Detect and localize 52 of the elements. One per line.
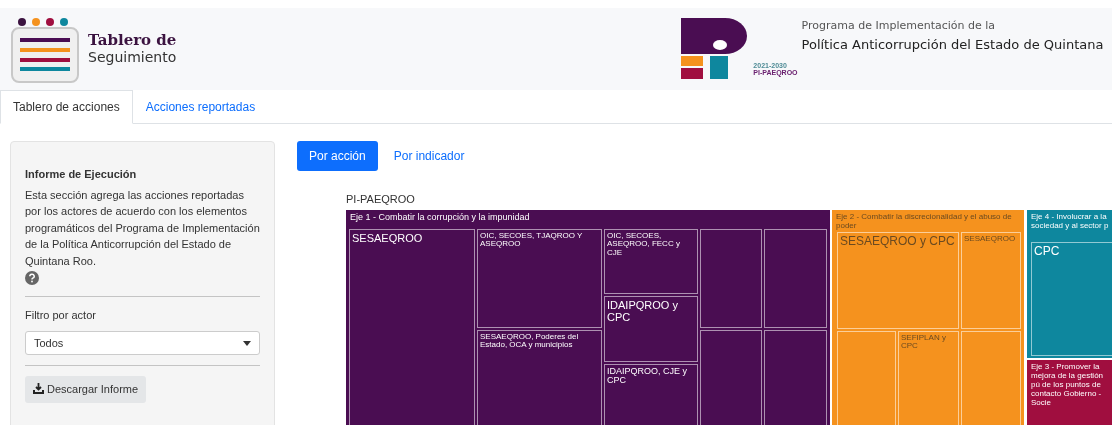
tile-label: CPC: [1034, 244, 1061, 258]
view-tab[interactable]: Por indicador: [381, 141, 477, 171]
treemap-tile[interactable]: CPC: [1031, 241, 1112, 356]
treemap-tile[interactable]: IDAIPQROO, CJE y CPC: [604, 363, 698, 425]
treemap-tile[interactable]: [764, 329, 827, 425]
treemap-tile[interactable]: IDAIPQROO y CPC: [604, 295, 698, 362]
tile-label: IDAIPQROO, CJE y CPC: [607, 366, 688, 387]
tab[interactable]: Tablero de acciones: [0, 90, 133, 124]
download-icon: [33, 383, 44, 394]
treemap-tile[interactable]: [764, 228, 827, 328]
treemap-group[interactable]: Eje 4 - Involucrar a la sociedad y al sector p CPC: [1027, 209, 1112, 358]
treemap-tile[interactable]: SESAEQROO: [349, 228, 475, 425]
treemap-tile[interactable]: SEFIPLAN y CPC: [898, 330, 959, 425]
group-label: Eje 2 - Combatir la discrecionalidad y el abuso de poder: [836, 211, 1013, 230]
help-icon[interactable]: [25, 271, 39, 286]
program-logo-icon: [681, 18, 750, 80]
caret-icon: [243, 340, 251, 346]
treemap-tile[interactable]: SESAEQROO, Poderes del Estado, OCA y municipios: [477, 329, 602, 425]
tab[interactable]: Acciones reportadas: [132, 90, 269, 124]
tile-label: SESAEQROO: [352, 231, 424, 244]
view-tab[interactable]: Por acción: [297, 141, 378, 171]
filter-label: Filtro por actor: [25, 307, 97, 323]
treemap-tile[interactable]: [961, 330, 1021, 425]
app-subtitle: Seguimiento: [88, 48, 177, 66]
treemap-tile[interactable]: OIC, SECOES, ASEQROO, FECC y CJE: [604, 228, 698, 294]
tile-label: IDAIPQROO y CPC: [607, 298, 679, 323]
group-label: Eje 1 - Combatir la corrupción y la impunidad: [350, 211, 530, 222]
treemap-tile[interactable]: [700, 228, 762, 328]
treemap-tile[interactable]: SESAEQROO: [961, 231, 1021, 329]
group-label: Eje 4 - Involucrar a la sociedad y al sector p: [1031, 211, 1110, 230]
tile-label: OIC, SECOES, TJAQROO Y ASEQROO: [480, 231, 584, 250]
actor-dropdown[interactable]: Todos: [25, 331, 260, 355]
program-subtitle: Programa de Implementación de la: [801, 18, 997, 34]
treemap-tile[interactable]: [700, 329, 762, 425]
treemap-tile[interactable]: OIC, SECOES, TJAQROO Y ASEQROO: [477, 228, 602, 328]
treemap-tile[interactable]: SESAEQROO y CPC: [837, 231, 959, 329]
tile-label: SESAEQROO, Poderes del Estado, OCA y municipios: [480, 332, 580, 351]
treemap-group[interactable]: Eje 2 - Combatir la discrecionalidad y el abuso de poder SESAEQROO y CPC SESAEQROO SEFIPLAN y CPC: [832, 209, 1024, 425]
panel-title: Informe de Ejecución: [25, 167, 138, 182]
tile-label: OIC, SECOES, ASEQROO, FECC y CJE: [607, 231, 681, 258]
tile-label: SESAEQROO: [964, 234, 1017, 244]
panel-description: Esta sección agrega las acciones reportadas por los actores de acuerdo con los elementos programáticos del Programa de Implementación de la Política Anticorrupción del Estado de Quintana Roo.: [25, 187, 260, 269]
download-button[interactable]: Descargar Informe: [25, 376, 147, 403]
program-title: Política Anticorrupción del Estado de Quintana: [801, 35, 1104, 54]
treemap-group[interactable]: Eje 3 - Promover la mejora de la gestión pú de los puntos de contacto Gobierno - Socie: [1027, 359, 1112, 425]
app-title: Tablero de: [88, 32, 177, 49]
group-label: Eje 3 - Promover la mejora de la gestión pú de los puntos de contacto Gobierno - Socie: [1031, 361, 1105, 408]
treemap-group[interactable]: [346, 209, 830, 425]
treemap-root-label: PI-PAEQROO: [346, 192, 416, 207]
tile-label: SEFIPLAN y CPC: [901, 333, 947, 352]
treemap-tile[interactable]: [837, 330, 896, 425]
tile-label: SESAEQROO y CPC: [840, 234, 956, 248]
